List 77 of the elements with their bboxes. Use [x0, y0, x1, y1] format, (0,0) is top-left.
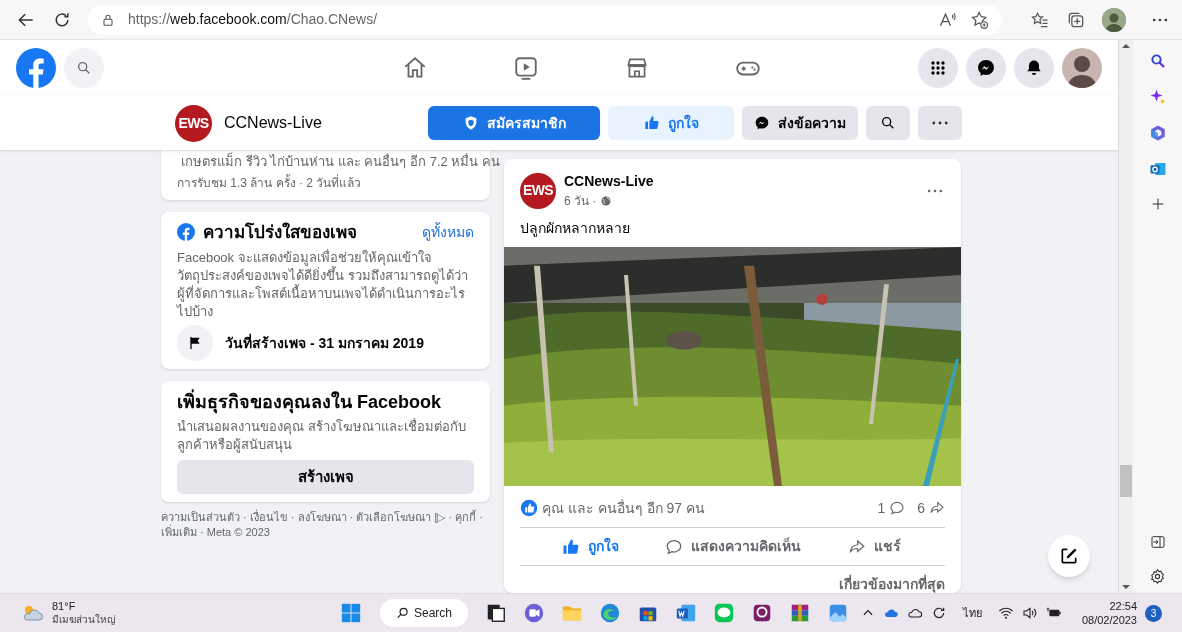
like-button[interactable]: ถูกใจ — [520, 529, 662, 564]
messenger-icon — [754, 115, 770, 131]
start-icon[interactable] — [340, 602, 362, 624]
search-button[interactable] — [866, 106, 910, 140]
subscribe-button[interactable]: สมัครสมาชิก — [428, 106, 600, 140]
compose-icon — [1059, 546, 1079, 566]
like-reaction-icon — [520, 499, 538, 518]
scroll-up-icon[interactable] — [1122, 44, 1130, 48]
add-favorite-icon[interactable] — [970, 9, 990, 30]
browser-icon[interactable] — [599, 602, 622, 624]
comment-button[interactable]: แสดงความคิดเห็น — [661, 529, 804, 564]
settings-icon[interactable] — [1149, 568, 1166, 585]
scroll-thumb[interactable] — [1120, 465, 1132, 497]
sort-selector[interactable]: เกี่ยวข้องมากที่สุด — [839, 574, 945, 593]
message-button[interactable]: ส่งข้อความ — [742, 106, 858, 140]
like-button[interactable]: ถูกใจ — [608, 106, 734, 140]
card-description: นำเสนอผลงานของคุณ สร้างโฆษณาและเชื่อมต่อกับลูกค้าหรือผู้สนับสนุน — [177, 418, 467, 454]
facebook-logo[interactable] — [16, 48, 56, 88]
globe-icon — [600, 195, 613, 207]
search-icon[interactable] — [1148, 52, 1167, 70]
taskbar-search[interactable]: Search — [380, 599, 469, 627]
post-text: ปลูกผักหลากหลาย — [519, 219, 631, 239]
volume-icon[interactable] — [1021, 605, 1038, 621]
mail-app-icon[interactable] — [1148, 160, 1167, 178]
clock[interactable]: 22:54 08/02/2023 — [1081, 599, 1137, 627]
page-avatar[interactable]: EWS — [520, 172, 556, 209]
new-message-button[interactable] — [1048, 535, 1090, 577]
favorites-icon[interactable] — [1030, 9, 1050, 30]
card-title: ความโปร่งใสของเพจ — [203, 221, 358, 244]
reaction-summary[interactable]: คุณ และ คนอื่นๆ อีก 97 คน — [542, 498, 874, 519]
temperature: 81°F — [52, 600, 77, 613]
sparkle-icon[interactable] — [1148, 88, 1167, 106]
task-view-icon[interactable] — [485, 602, 508, 624]
see-all-link[interactable]: ดูทั้งหมด — [422, 221, 474, 243]
creation-date: วันที่สร้างเพจ - 31 มกราคม 2019 — [225, 332, 424, 353]
card-title: เพิ่มธุรกิจของคุณลงใน Facebook — [177, 389, 474, 416]
facebook-icon — [177, 223, 195, 242]
page-avatar[interactable]: EWS — [175, 104, 212, 142]
view-count: การรับชม 1.3 ล้าน ครั้ง · 2 วันที่แล้ว — [177, 173, 363, 192]
messenger-button[interactable] — [966, 48, 1006, 88]
share-button[interactable]: แชร์ — [803, 529, 945, 564]
address-bar[interactable]: https://web.facebook.com/Chao.CNews/ — [88, 4, 1002, 35]
video-icon — [512, 55, 539, 81]
page-name[interactable]: CCNews-Live — [224, 111, 428, 135]
language-indicator[interactable]: ไทย — [962, 604, 982, 622]
search-icon — [880, 115, 896, 131]
create-page-button[interactable]: สร้างเพจ — [177, 460, 474, 494]
wifi-icon[interactable] — [997, 605, 1014, 621]
document-app-icon[interactable] — [675, 602, 698, 624]
author-name[interactable]: CCNews-Live — [564, 171, 917, 192]
reaction-summary[interactable]: เกษตรแม็ก รีวิว ไก่บ้านห่าน และ คนอื่นๆ อีก 7.2 หมื่น คน — [181, 152, 500, 172]
thumbs-up-icon — [643, 115, 660, 131]
chat-app-icon[interactable] — [523, 602, 546, 624]
search-icon — [76, 60, 92, 76]
weather-text: มีเมฆส่วนใหญ่ — [52, 613, 116, 626]
scroll-down-icon[interactable] — [1122, 585, 1130, 589]
scrollbar[interactable] — [1118, 40, 1133, 593]
flag-icon — [187, 335, 203, 351]
share-icon — [847, 537, 866, 556]
comment-icon — [664, 537, 683, 556]
more-icon — [932, 121, 948, 125]
comment-count[interactable]: 1 — [877, 498, 886, 519]
url-text: https://web.facebook.com/Chao.CNews/ — [128, 10, 379, 29]
menu-button[interactable] — [918, 48, 958, 88]
comment-icon — [889, 500, 906, 517]
thumbs-up-icon — [562, 537, 581, 556]
post-time[interactable]: 6 วัน · — [564, 192, 597, 210]
notifications-button[interactable] — [1014, 48, 1054, 88]
sidebar-toggle-icon[interactable] — [1149, 534, 1166, 550]
footer-links[interactable]: ความเป็นส่วนตัว · เงื่อนไข · ลงโฆษณา · ตัวเลือกโฆษณา [▷ · คุกกี้ · เพิ่มเติม · Meta © 2023 — [161, 510, 490, 540]
account-avatar[interactable] — [1062, 48, 1102, 88]
profile-avatar[interactable] — [1102, 7, 1126, 32]
notification-badge[interactable]: 3 — [1145, 604, 1162, 622]
share-count[interactable]: 6 — [917, 498, 925, 519]
search-icon — [396, 606, 410, 620]
card-description: Facebook จะแสดงข้อมูลเพื่อช่วยให้คุณเข้าใจวัตถุประสงค์ของเพจได้ดียิ่งขึ้น รวมถึงสามารถดูได้ว่าผู้ที่จัดการและโพสต์เนื้อหาบนเพจได้ดำเนินการอะไรไปบ้าง — [177, 249, 469, 321]
messenger-icon — [976, 58, 996, 78]
